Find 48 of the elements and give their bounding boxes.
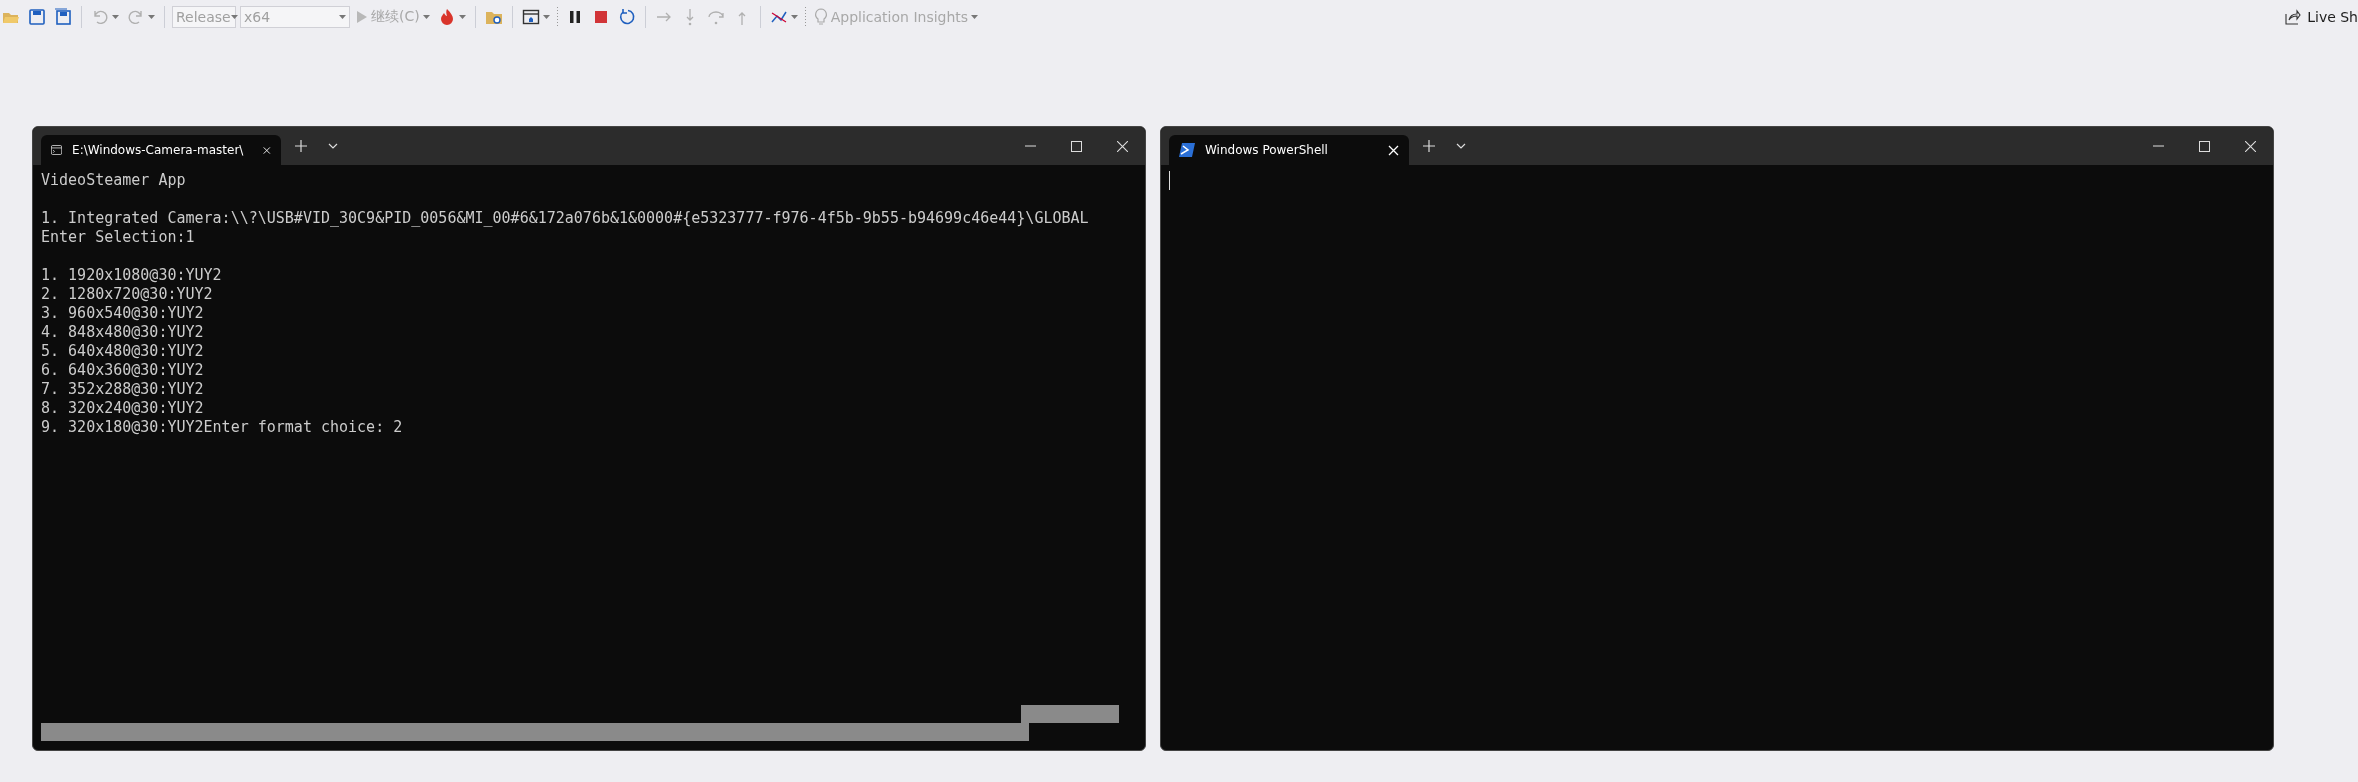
caret-icon[interactable] — [112, 14, 119, 20]
maximize-icon[interactable] — [2198, 140, 2210, 152]
caret-icon[interactable] — [790, 14, 798, 20]
console-line: 8. 320x240@30:YUY2 — [41, 399, 204, 418]
save-icon[interactable] — [28, 8, 46, 26]
live-share-button[interactable]: Live Sh — [2285, 9, 2358, 25]
caret-icon[interactable] — [971, 14, 979, 20]
caret-icon[interactable] — [339, 14, 346, 20]
continue-button[interactable]: 继续(C) — [354, 4, 432, 30]
terminal-tab[interactable]: Windows PowerShell — [1169, 135, 1409, 165]
powershell-icon — [1179, 143, 1195, 157]
console-line: 3. 960x540@30:YUY2 — [41, 304, 204, 323]
restart-icon[interactable] — [617, 8, 636, 26]
console-line: 4. 848x480@30:YUY2 — [41, 323, 204, 342]
save-all-icon[interactable] — [54, 8, 72, 26]
terminal-tab[interactable]: E:\Windows-Camera-master\ — [41, 135, 281, 165]
minimize-icon[interactable] — [1024, 145, 1036, 147]
plus-icon[interactable] — [295, 140, 307, 152]
caret-icon[interactable] — [542, 14, 550, 20]
caret-icon[interactable] — [230, 14, 238, 20]
close-icon[interactable] — [263, 144, 271, 156]
console-line: 5. 640x480@30:YUY2 — [41, 342, 204, 361]
close-icon[interactable] — [1116, 140, 1128, 152]
console-line: 1. 1920x1080@30:YUY2 — [41, 266, 222, 285]
configuration-dropdown[interactable]: Release — [172, 6, 236, 28]
window-icon[interactable] — [521, 8, 540, 26]
caret-icon[interactable] — [458, 14, 466, 20]
application-insights-button[interactable]: Application Insights — [811, 4, 981, 30]
chevron-down-icon[interactable] — [1456, 143, 1466, 149]
minimize-icon[interactable] — [2152, 145, 2164, 147]
console-line: 6. 640x360@30:YUY2 — [41, 361, 204, 380]
console-line: 2. 1280x720@30:YUY2 — [41, 285, 213, 304]
share-icon — [2285, 9, 2302, 25]
console-line: VideoSteamer App — [41, 171, 186, 190]
console-line: 9. 320x180@30:YUY2Enter format choice: 2 — [41, 418, 403, 437]
close-icon[interactable] — [2244, 140, 2256, 152]
console-line: Enter Selection:1 — [41, 228, 195, 247]
console-icon — [51, 143, 63, 157]
caret-icon[interactable] — [148, 14, 155, 20]
maximize-icon[interactable] — [1070, 140, 1082, 152]
console-line: 1. Integrated Camera:\\?\USB#VID_30C9&PID_0056&MI_00#6&172a076b&1&0000#{e5323777-f976-4f5b-9b55-b94699c46e44}\GLOBAL — [41, 209, 1089, 228]
plus-icon[interactable] — [1423, 140, 1435, 152]
platform-dropdown[interactable]: x64 — [240, 6, 350, 28]
play-icon — [356, 10, 368, 24]
caret-icon[interactable] — [422, 14, 430, 20]
lightbulb-icon — [813, 8, 828, 26]
console-line: 7. 352x288@30:YUY2 — [41, 380, 204, 399]
chevron-down-icon[interactable] — [328, 143, 338, 149]
